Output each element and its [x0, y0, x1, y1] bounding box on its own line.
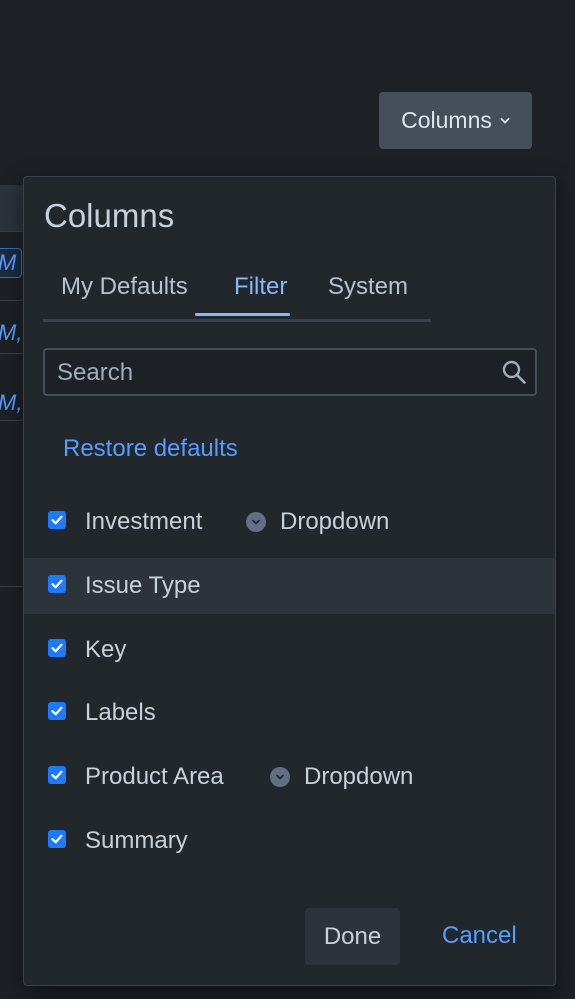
- table-cell-fragment: M,: [0, 390, 23, 415]
- checkmark-icon: [51, 515, 63, 525]
- column-option-product-area[interactable]: Product Area Dropdown: [24, 749, 555, 805]
- column-option-investment[interactable]: Investment Dropdown: [24, 494, 555, 550]
- done-button[interactable]: Done: [305, 908, 400, 965]
- column-option-label: Issue Type: [85, 572, 201, 599]
- column-option-issue-type[interactable]: Issue Type: [24, 558, 555, 614]
- search-input[interactable]: [55, 356, 499, 390]
- checkmark-icon: [51, 834, 63, 844]
- column-option-label: Key: [85, 636, 127, 663]
- cancel-button[interactable]: Cancel: [442, 922, 517, 950]
- checkbox-summary[interactable]: [48, 830, 66, 848]
- active-tab-indicator: [195, 313, 290, 316]
- checkmark-icon: [51, 643, 63, 653]
- checkmark-icon: [51, 706, 63, 716]
- column-option-label: Product Area: [85, 763, 224, 790]
- tab-system[interactable]: System: [328, 273, 408, 301]
- dropdown-tag-label: Dropdown: [304, 763, 414, 790]
- checkbox-product-area[interactable]: [48, 766, 66, 784]
- columns-button-label: Columns: [401, 107, 492, 133]
- columns-button[interactable]: Columns: [379, 92, 532, 149]
- table-cell-fragment: M,: [0, 320, 23, 345]
- popup-title: Columns: [44, 197, 175, 234]
- checkbox-key[interactable]: [48, 639, 66, 657]
- columns-popup: Columns My Defaults Filter System Restor…: [23, 176, 556, 986]
- column-option-label: Labels: [85, 699, 156, 726]
- checkbox-investment[interactable]: [48, 511, 66, 529]
- tab-my-defaults[interactable]: My Defaults: [61, 273, 188, 301]
- chevron-down-circle-icon: [246, 512, 266, 532]
- dropdown-tag: Dropdown: [270, 763, 413, 791]
- tab-filter[interactable]: Filter: [234, 273, 287, 301]
- column-option-labels[interactable]: Labels: [24, 685, 555, 741]
- checkmark-icon: [51, 770, 63, 780]
- chevron-down-icon: [500, 117, 510, 123]
- column-option-label: Summary: [85, 827, 188, 854]
- checkmark-icon: [51, 579, 63, 589]
- table-chip-text: M: [0, 250, 16, 276]
- restore-defaults-link[interactable]: Restore defaults: [63, 435, 238, 463]
- dropdown-tag-label: Dropdown: [280, 508, 390, 535]
- dropdown-tag: Dropdown: [246, 508, 389, 536]
- search-box: [43, 348, 537, 396]
- chevron-down-circle-icon: [270, 767, 290, 787]
- checkbox-labels[interactable]: [48, 702, 66, 720]
- column-option-summary[interactable]: Summary: [24, 813, 555, 869]
- column-option-key[interactable]: Key: [24, 622, 555, 678]
- column-option-label: Investment: [85, 508, 203, 535]
- search-icon[interactable]: [501, 359, 527, 385]
- checkbox-issue-type[interactable]: [48, 575, 66, 593]
